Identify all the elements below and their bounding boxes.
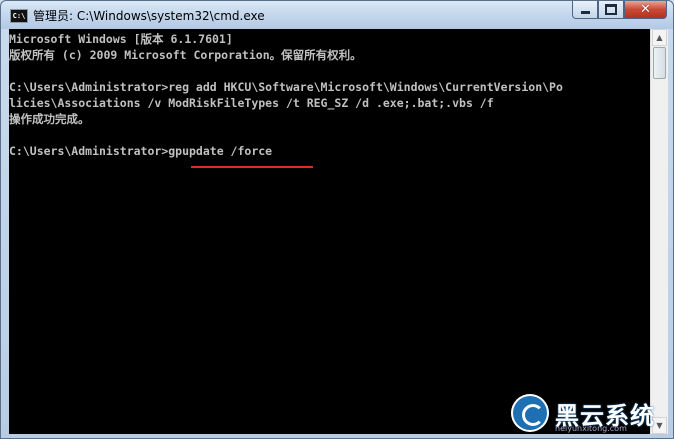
command-highlight-underline (191, 166, 313, 168)
close-button[interactable]: ✕ (624, 1, 667, 19)
cmd-window: C:\ 管理员: C:\Windows\system32\cmd.exe ✕ M… (0, 0, 674, 439)
scroll-thumb[interactable] (653, 47, 666, 79)
window-title: 管理员: C:\Windows\system32\cmd.exe (33, 9, 265, 23)
console-line: C:\Users\Administrator>reg add HKCU\Soft… (9, 80, 563, 94)
cmd-app-icon[interactable]: C:\ (10, 9, 28, 23)
console-output[interactable]: Microsoft Windows [版本 6.1.7601] 版权所有 (c)… (9, 29, 650, 434)
window-controls: ✕ (572, 1, 667, 21)
maximize-button[interactable] (598, 1, 624, 19)
console-line: Microsoft Windows [版本 6.1.7601] (9, 32, 233, 46)
scroll-up-icon[interactable]: ▲ (652, 29, 667, 46)
watermark-logo: 黑云系统 heiyunxitong.com (511, 394, 671, 436)
title-bar[interactable]: C:\ 管理员: C:\Windows\system32\cmd.exe ✕ (1, 1, 673, 29)
minimize-icon (580, 10, 590, 14)
close-icon: ✕ (640, 1, 651, 17)
minimize-button[interactable] (572, 1, 598, 19)
console-line: C:\Users\Administrator>gpupdate /force (9, 144, 273, 158)
watermark-icon (511, 394, 549, 432)
console-line: 版权所有 (c) 2009 Microsoft Corporation。保留所有… (9, 48, 362, 62)
vertical-scrollbar[interactable]: ▲ ▼ (650, 29, 668, 434)
maximize-icon (605, 4, 617, 15)
console-line: licies\Associations /v ModRiskFileTypes … (9, 96, 494, 110)
watermark-subtext: heiyunxitong.com (555, 424, 627, 433)
console-line: 操作成功完成。 (9, 112, 90, 126)
